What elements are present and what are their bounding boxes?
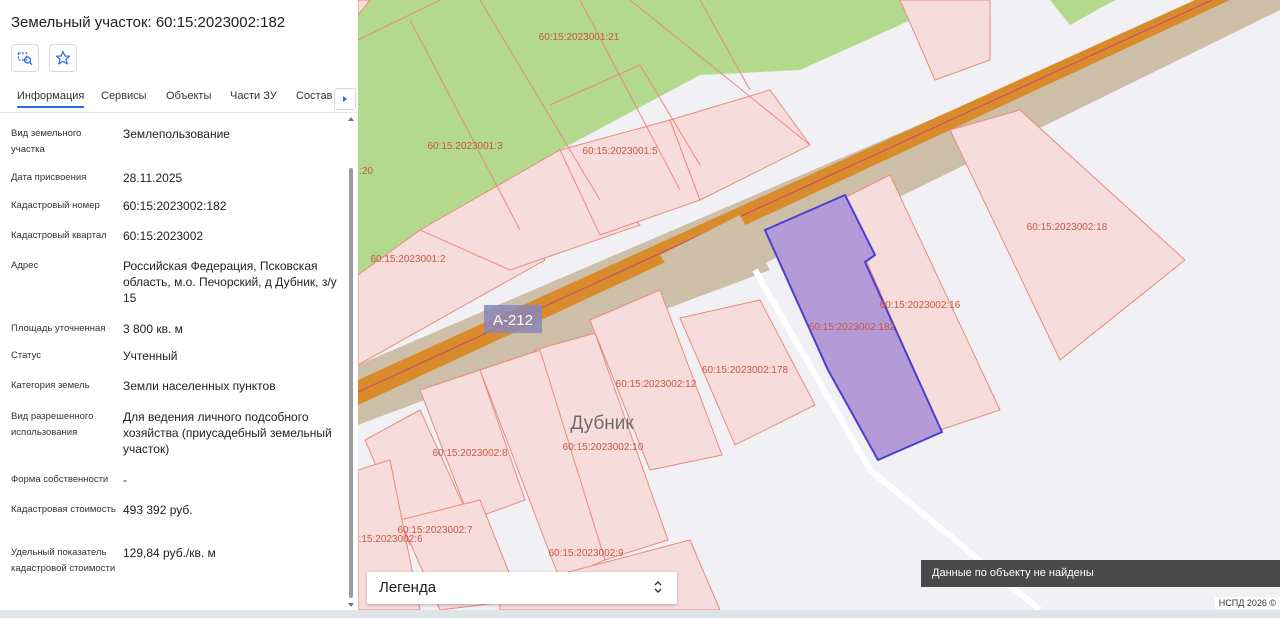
tabs-next-button[interactable] bbox=[334, 88, 356, 110]
property-value: 3 800 кв. м bbox=[123, 322, 183, 336]
parcel-label: 60:15:2023002:18 bbox=[1027, 222, 1108, 233]
scroll-down-icon[interactable] bbox=[346, 600, 356, 610]
property-label: Дата присвоения bbox=[11, 172, 87, 183]
parcel-label: 60:15:2023001:21 bbox=[539, 32, 620, 43]
parcel-label: 60:15:2023001:5 bbox=[582, 146, 658, 157]
road-label: А-212 bbox=[493, 312, 533, 329]
taskbar bbox=[0, 610, 1280, 618]
panel-scrollbar[interactable] bbox=[346, 112, 356, 610]
parcel-label: 60:15:2023002:12 bbox=[616, 379, 697, 390]
tab-parts[interactable]: Части ЗУ bbox=[230, 90, 277, 102]
map-canvas[interactable]: А-212 60:15:2023001:21 60:15:2023001:3 6… bbox=[358, 0, 1280, 610]
property-value: 129,84 руб./кв. м bbox=[123, 546, 216, 560]
select-area-icon bbox=[17, 52, 33, 66]
property-value: Землепользование bbox=[123, 127, 230, 141]
property-label: Удельный показатель кадастровой стоимост… bbox=[11, 547, 116, 574]
parcel-label: 60:15:2023002:6 bbox=[358, 534, 423, 545]
property-label: Кадастровый номер bbox=[11, 200, 100, 211]
parcel-label: 60:15:2023002:9 bbox=[548, 548, 624, 559]
property-value: 493 392 руб. bbox=[123, 503, 193, 517]
property-label: Площадь уточненная bbox=[11, 323, 106, 334]
parcel-label: 60:15:2023002:178 bbox=[702, 365, 789, 376]
parcel-label: 60:15:2023001:3 bbox=[427, 141, 503, 152]
property-value: Учтенный bbox=[123, 349, 178, 363]
property-value: 60:15:2023002 bbox=[123, 229, 204, 243]
chevron-right-icon bbox=[343, 96, 347, 102]
tab-composition[interactable]: Состав bbox=[296, 90, 332, 102]
property-value: 28.11.2025 bbox=[123, 171, 183, 185]
tab-info[interactable]: Информация bbox=[17, 90, 85, 108]
parcel-label: 60:15:2023002:10 bbox=[563, 442, 644, 453]
legend-dropdown[interactable]: Легенда bbox=[367, 572, 677, 604]
favorite-button[interactable] bbox=[49, 44, 77, 72]
parcel-label: 60:15:2023001:2 bbox=[370, 254, 446, 265]
property-value: Земли населенных пунктов bbox=[123, 379, 276, 393]
star-icon bbox=[55, 50, 71, 65]
parcel-label: 60:15:2023002:16 bbox=[880, 300, 961, 311]
toast-text: Данные по объекту не найдены bbox=[932, 567, 1094, 579]
property-value: Для ведения личного подсобного хозяйства… bbox=[123, 410, 332, 456]
notification-toast: Данные по объекту не найдены bbox=[921, 560, 1280, 587]
parcel-label: :20 bbox=[359, 166, 373, 177]
tab-objects[interactable]: Объекты bbox=[166, 90, 211, 102]
copyright-text: НСПД 2026 © bbox=[1214, 597, 1280, 609]
property-label: Кадастровая стоимость bbox=[11, 504, 116, 515]
property-label: Кадастровый квартал bbox=[11, 230, 107, 241]
legend-label: Легенда bbox=[379, 579, 437, 596]
page-title: Земельный участок: 60:15:2023002:182 bbox=[11, 14, 286, 31]
property-value: 60:15:2023002:182 bbox=[123, 199, 227, 213]
property-label: Форма собственности bbox=[11, 474, 109, 485]
tab-services[interactable]: Сервисы bbox=[101, 90, 147, 102]
property-label: Вид разрешенного использования bbox=[11, 411, 94, 438]
settlement-label: Дубник bbox=[570, 413, 634, 434]
scroll-up-icon[interactable] bbox=[346, 114, 356, 124]
property-label: Статус bbox=[11, 350, 42, 361]
property-label: Адрес bbox=[11, 260, 39, 271]
property-value: - bbox=[123, 473, 127, 487]
info-panel: Земельный участок: 60:15:2023002:182 Инф… bbox=[0, 0, 358, 610]
scroll-thumb[interactable] bbox=[349, 168, 353, 598]
property-value: Российская Федерация, Псковская область,… bbox=[123, 259, 337, 305]
chevron-updown-icon bbox=[654, 581, 662, 593]
property-label: Категория земель bbox=[11, 380, 90, 391]
parcel-label: 60:15:2023002:182 bbox=[809, 322, 896, 333]
select-area-button[interactable] bbox=[11, 44, 39, 72]
tab-bar: Информация Сервисы Объекты Части ЗУ Сост… bbox=[0, 84, 358, 113]
map-view[interactable]: А-212 60:15:2023001:21 60:15:2023001:3 6… bbox=[358, 0, 1280, 610]
parcel-label: 60:15:2023002:8 bbox=[432, 448, 508, 459]
property-label: Вид земельного участка bbox=[11, 128, 82, 155]
